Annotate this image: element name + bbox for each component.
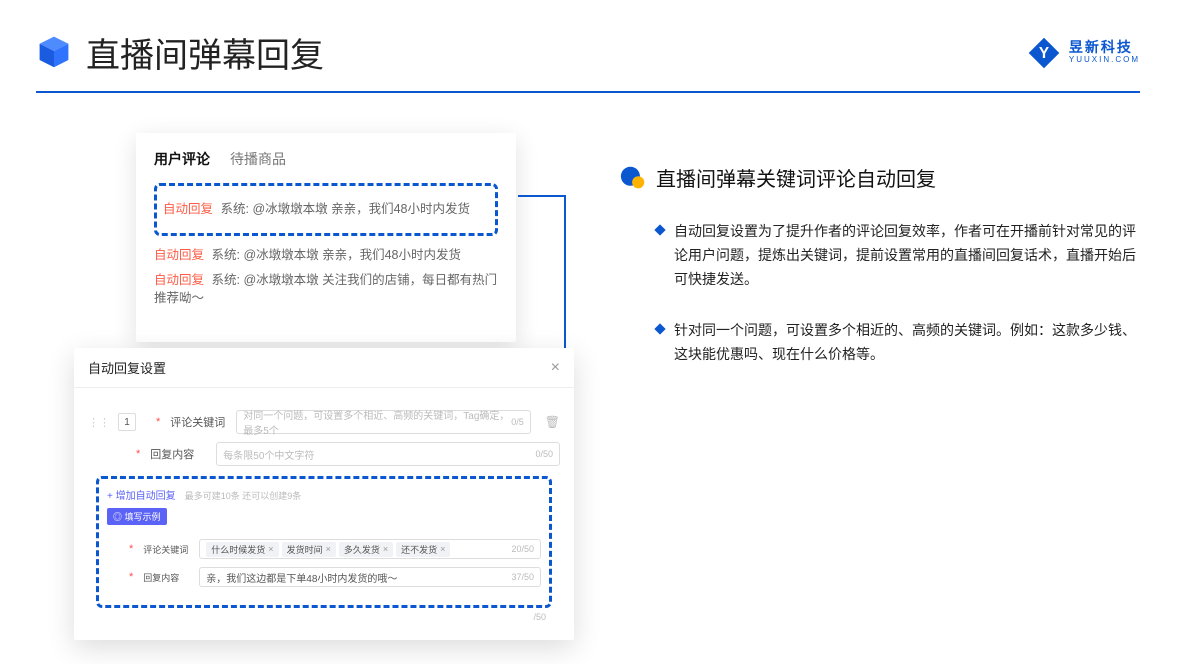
cube-icon: [36, 33, 68, 65]
settings-card: 自动回复设置 × ⋮⋮ 1 * 评论关键词 对同一个问题，可设置多个相近、高频的…: [74, 348, 574, 640]
settings-row-reply: * 回复内容 每条限50个中文字符 0/50: [88, 442, 560, 466]
tab-pending-goods[interactable]: 待播商品: [230, 149, 286, 169]
page-title: 直播间弹幕回复: [86, 28, 324, 77]
comment-line: 自动回复 系统: @冰墩墩本墩 亲亲，我们48小时内发货: [154, 246, 498, 265]
example-row-reply: * 回复内容 亲，我们这边都是下单48小时内发货的哦～ 37/50: [107, 567, 541, 587]
section-title: 直播间弹幕关键词评论自动回复: [656, 163, 936, 192]
auto-reply-text: 系统: @冰墩墩本墩 亲亲，我们48小时内发货: [221, 202, 471, 216]
comment-line-highlighted: 自动回复 系统: @冰墩墩本墩 亲亲，我们48小时内发货: [163, 200, 489, 219]
diamond-bullet-icon: [654, 224, 665, 235]
reply-input[interactable]: 每条限50个中文字符 0/50: [216, 442, 560, 466]
tag-chip[interactable]: 多久发货×: [339, 542, 393, 557]
description-column: 直播间弹幕关键词评论自动回复 自动回复设置为了提升作者的评论回复效率，作者可在开…: [576, 133, 1140, 395]
trash-icon[interactable]: 🗑: [545, 415, 560, 429]
outer-count: /50: [88, 608, 560, 622]
example-keywords-input[interactable]: 什么时候发货×发货时间×多久发货×还不发货× 20/50: [199, 539, 541, 559]
settings-row-keywords: ⋮⋮ 1 * 评论关键词 对同一个问题，可设置多个相近、高频的关键词，Tag确定…: [88, 410, 560, 434]
comments-card: 用户评论 待播商品 自动回复 系统: @冰墩墩本墩 亲亲，我们48小时内发货 自…: [136, 133, 516, 342]
close-icon[interactable]: ×: [551, 359, 560, 377]
keywords-input[interactable]: 对同一个问题，可设置多个相近、高频的关键词，Tag确定，最多5个 0/5: [236, 410, 530, 434]
highlighted-comment-box: 自动回复 系统: @冰墩墩本墩 亲亲，我们48小时内发货: [154, 183, 498, 236]
comment-line: 自动回复 系统: @冰墩墩本墩 关注我们的店铺，每日都有热门推荐呦～: [154, 271, 498, 309]
brand-name-cn: 昱新科技: [1069, 40, 1140, 55]
example-reply-input[interactable]: 亲，我们这边都是下单48小时内发货的哦～ 37/50: [199, 567, 541, 587]
example-chip: ◎ 填写示例: [107, 508, 167, 525]
tag-chip[interactable]: 什么时候发货×: [206, 542, 278, 557]
settings-title: 自动回复设置: [88, 358, 166, 377]
bullet-item: 针对同一个问题，可设置多个相近的、高频的关键词。例如：这款多少钱、这块能优惠吗、…: [656, 319, 1140, 367]
bullet-text: 针对同一个问题，可设置多个相近的、高频的关键词。例如：这款多少钱、这块能优惠吗、…: [674, 319, 1140, 367]
bullet-text: 自动回复设置为了提升作者的评论回复效率，作者可在开播前针对常见的评论用户问题，提…: [674, 220, 1140, 291]
page-header: 直播间弹幕回复 Y 昱新科技 YUUXIN.COM: [0, 0, 1180, 77]
brand-logo: Y 昱新科技 YUUXIN.COM: [1027, 36, 1140, 70]
add-auto-reply-link[interactable]: + 增加自动回复: [107, 491, 176, 502]
keywords-label: 评论关键词: [170, 414, 228, 430]
example-box: + 增加自动回复 最多可建10条 还可以创建9条 ◎ 填写示例 * 评论关键词 …: [96, 476, 552, 608]
auto-reply-label: 自动回复: [163, 202, 213, 216]
svg-text:Y: Y: [1039, 45, 1049, 62]
connector-line: [518, 195, 566, 197]
reply-label: 回复内容: [150, 446, 208, 462]
tag-chip[interactable]: 还不发货×: [396, 542, 450, 557]
venn-icon: [620, 165, 646, 191]
brand-name-en: YUUXIN.COM: [1069, 56, 1140, 65]
screenshot-column: 用户评论 待播商品 自动回复 系统: @冰墩墩本墩 亲亲，我们48小时内发货 自…: [36, 133, 556, 395]
diamond-bullet-icon: [654, 324, 665, 335]
bullet-item: 自动回复设置为了提升作者的评论回复效率，作者可在开播前针对常见的评论用户问题，提…: [656, 220, 1140, 291]
index-box: 1: [118, 413, 136, 431]
brand-icon: Y: [1027, 36, 1061, 70]
tab-user-comments[interactable]: 用户评论: [154, 149, 210, 169]
add-hint: 最多可建10条 还可以创建9条: [185, 491, 302, 501]
tag-chip[interactable]: 发货时间×: [282, 542, 336, 557]
example-row-keywords: * 评论关键词 什么时候发货×发货时间×多久发货×还不发货× 20/50: [107, 539, 541, 559]
